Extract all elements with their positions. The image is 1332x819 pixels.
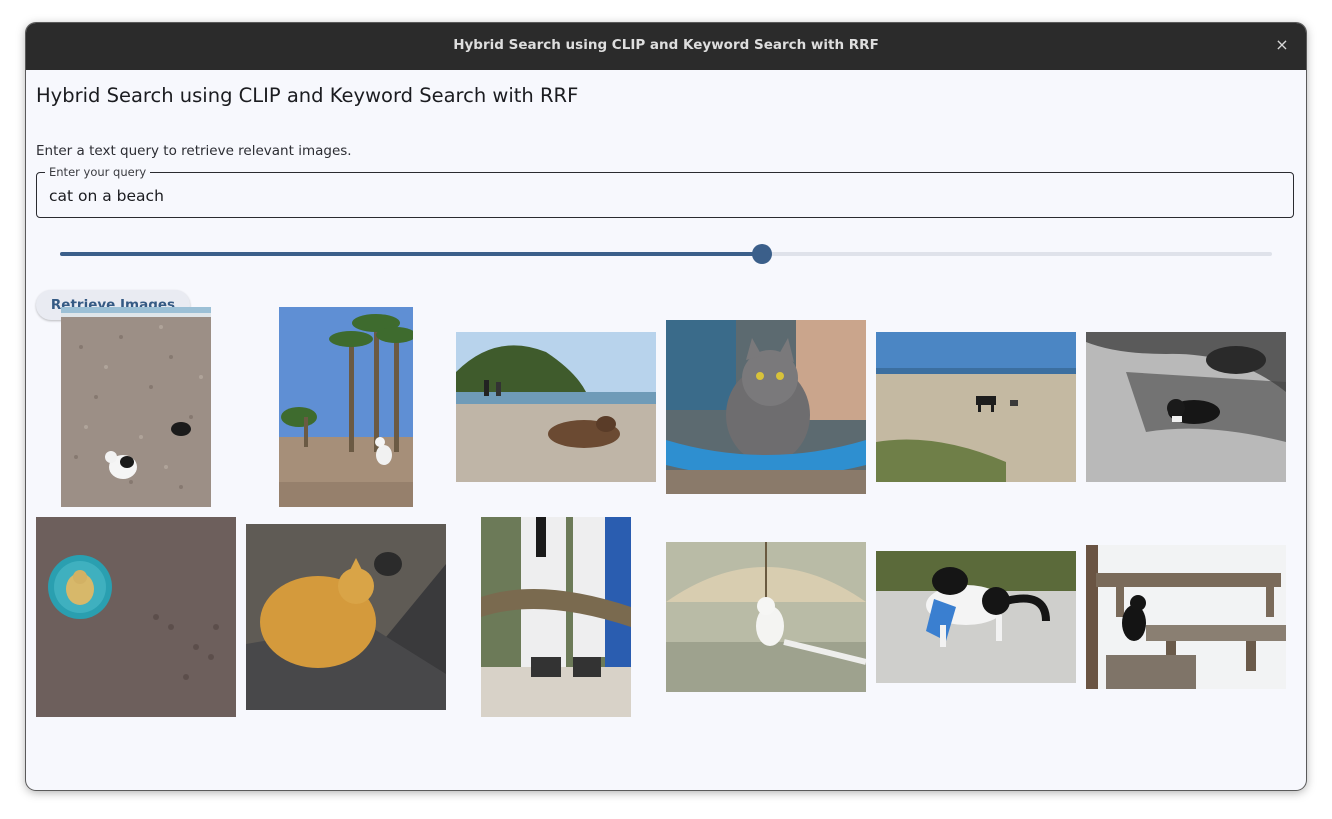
white-cat-under-umbrella-image[interactable]	[666, 542, 866, 692]
query-label: Enter your query	[45, 165, 151, 179]
page-description: Enter a text query to retrieve relevant …	[36, 143, 352, 159]
black-cat-on-snowy-bench-image[interactable]	[1086, 545, 1286, 689]
black-cat-under-car-image[interactable]	[1086, 332, 1286, 482]
gray-cat-in-blue-tube-image[interactable]	[666, 320, 866, 494]
dogs-on-beach-image[interactable]	[876, 332, 1076, 482]
cat-badge-on-sand-image[interactable]	[36, 517, 236, 717]
main-content: Hybrid Search using CLIP and Keyword Sea…	[26, 70, 1306, 790]
cat-on-pebble-beach-image[interactable]	[61, 307, 211, 507]
query-value[interactable]: cat on a beach	[49, 187, 164, 205]
slider-fill	[60, 252, 762, 256]
app-window: Hybrid Search using CLIP and Keyword Sea…	[26, 23, 1306, 790]
cat-under-palm-trees-image[interactable]	[279, 307, 413, 507]
title-bar: Hybrid Search using CLIP and Keyword Sea…	[26, 23, 1306, 70]
close-icon[interactable]: ×	[1272, 35, 1292, 55]
cat-tail-with-surfboards-image[interactable]	[481, 517, 631, 717]
window-title: Hybrid Search using CLIP and Keyword Sea…	[453, 37, 879, 53]
query-input[interactable]: Enter your query cat on a beach	[36, 165, 1294, 218]
black-white-cat-with-bag-image[interactable]	[876, 551, 1076, 683]
cow-lying-on-beach-image[interactable]	[456, 332, 656, 482]
orange-cat-on-lap-image[interactable]	[246, 524, 446, 710]
slider-thumb[interactable]	[751, 244, 772, 264]
weight-slider[interactable]	[60, 244, 1272, 264]
page-title: Hybrid Search using CLIP and Keyword Sea…	[36, 84, 579, 107]
